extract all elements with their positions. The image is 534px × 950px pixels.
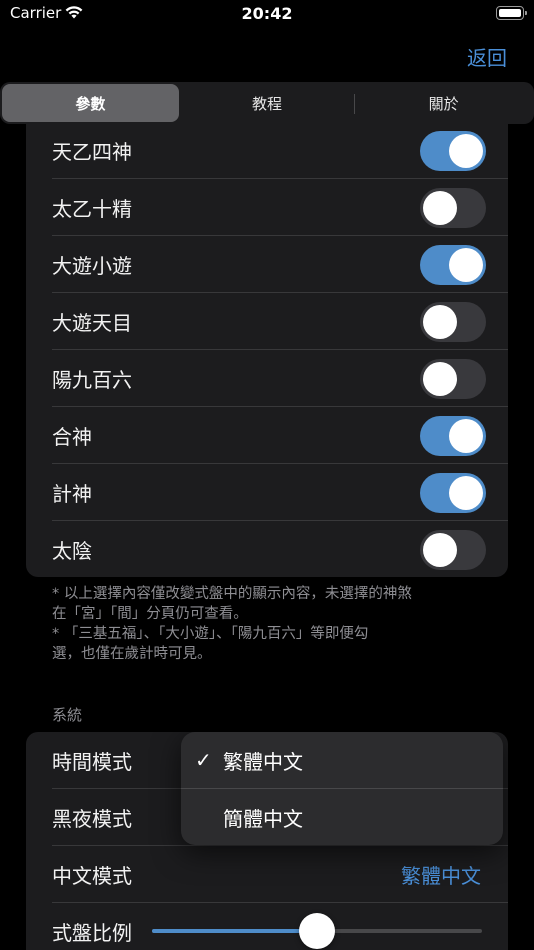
toggle-row: 太乙十精 bbox=[26, 179, 508, 236]
toggle-label: 太陰 bbox=[52, 539, 92, 563]
toggle-knob bbox=[423, 361, 457, 396]
slider-thumb[interactable] bbox=[299, 913, 335, 949]
toggle-switch[interactable] bbox=[420, 187, 486, 228]
back-button[interactable]: 返回 bbox=[467, 42, 507, 71]
toggle-knob bbox=[423, 304, 457, 339]
toggle-row: 陽九百六 bbox=[26, 350, 508, 407]
tab-about[interactable]: 關於 bbox=[355, 84, 532, 122]
menu-item-label: 繁體中文 bbox=[223, 749, 303, 774]
menu-item-label: 簡體中文 bbox=[223, 806, 303, 831]
chinese-mode-value[interactable]: 繁體中文 bbox=[401, 860, 481, 889]
toggle-list: 天乙四神 太乙十精 大遊小遊 大遊天目 陽九百六 合神 計神 太陰 bbox=[26, 122, 508, 577]
toggle-knob bbox=[449, 418, 483, 453]
toggle-knob bbox=[423, 190, 457, 225]
toggle-label: 天乙四神 bbox=[52, 140, 132, 164]
scale-slider[interactable] bbox=[152, 913, 482, 949]
section-header-system: 系統 bbox=[52, 706, 83, 724]
toggle-label: 大遊小遊 bbox=[52, 254, 132, 278]
menu-item-traditional[interactable]: ✓ 繁體中文 bbox=[181, 732, 503, 788]
slider-fill bbox=[152, 929, 317, 933]
toggle-switch[interactable] bbox=[420, 301, 486, 342]
tab-parameters[interactable]: 參數 bbox=[2, 84, 179, 122]
toggle-knob bbox=[423, 532, 457, 567]
footnote-line: * 以上選擇內容僅改變式盤中的顯示內容，未選擇的神煞 bbox=[52, 586, 412, 602]
scale-label: 式盤比例 bbox=[52, 921, 132, 945]
toggle-label: 陽九百六 bbox=[52, 368, 132, 392]
toggle-knob bbox=[449, 247, 483, 282]
battery-icon bbox=[496, 6, 527, 20]
footnote-line: 在「宮」「間」分頁仍可查看。 bbox=[52, 606, 248, 622]
toggle-switch[interactable] bbox=[420, 130, 486, 171]
toggle-label: 合神 bbox=[52, 425, 92, 449]
toggle-label: 計神 bbox=[52, 482, 92, 506]
status-time: 20:42 bbox=[241, 4, 293, 23]
dark-mode-label: 黑夜模式 bbox=[52, 807, 132, 831]
language-menu: ✓ 繁體中文 簡體中文 bbox=[181, 732, 503, 845]
time-mode-label: 時間模式 bbox=[52, 750, 132, 774]
scale-row: 式盤比例 bbox=[26, 903, 508, 950]
chinese-mode-label: 中文模式 bbox=[52, 864, 132, 888]
footnote: * 以上選擇內容僅改變式盤中的顯示內容，未選擇的神煞 在「宮」「間」分頁仍可查看… bbox=[52, 584, 492, 664]
toggle-switch[interactable] bbox=[420, 472, 486, 513]
toggle-row: 合神 bbox=[26, 407, 508, 464]
toggle-knob bbox=[449, 133, 483, 168]
toggle-row: 大遊小遊 bbox=[26, 236, 508, 293]
toggle-switch[interactable] bbox=[420, 529, 486, 570]
toggle-switch[interactable] bbox=[420, 415, 486, 456]
status-bar: Carrier 20:42 bbox=[0, 0, 534, 30]
toggle-row: 大遊天目 bbox=[26, 293, 508, 350]
toggle-row: 計神 bbox=[26, 464, 508, 521]
footnote-line: * 「三基五福」、「大小遊」、「陽九百六」等即便勾 bbox=[52, 626, 369, 642]
toggle-label: 大遊天目 bbox=[52, 311, 132, 335]
toggle-row: 太陰 bbox=[26, 521, 508, 577]
chinese-mode-row[interactable]: 中文模式 繁體中文 bbox=[26, 846, 508, 903]
toggle-switch[interactable] bbox=[420, 358, 486, 399]
toggle-label: 太乙十精 bbox=[52, 197, 132, 221]
toggle-row: 天乙四神 bbox=[26, 122, 508, 179]
checkmark-icon: ✓ bbox=[195, 748, 212, 772]
tab-segmented-control: 參數 教程 關於 bbox=[0, 82, 534, 124]
toggle-knob bbox=[449, 475, 483, 510]
footnote-line: 選，也僅在歲計時可見。 bbox=[52, 646, 212, 662]
tab-tutorial[interactable]: 教程 bbox=[179, 84, 356, 122]
toggle-switch[interactable] bbox=[420, 244, 486, 285]
menu-item-simplified[interactable]: 簡體中文 bbox=[181, 789, 503, 845]
